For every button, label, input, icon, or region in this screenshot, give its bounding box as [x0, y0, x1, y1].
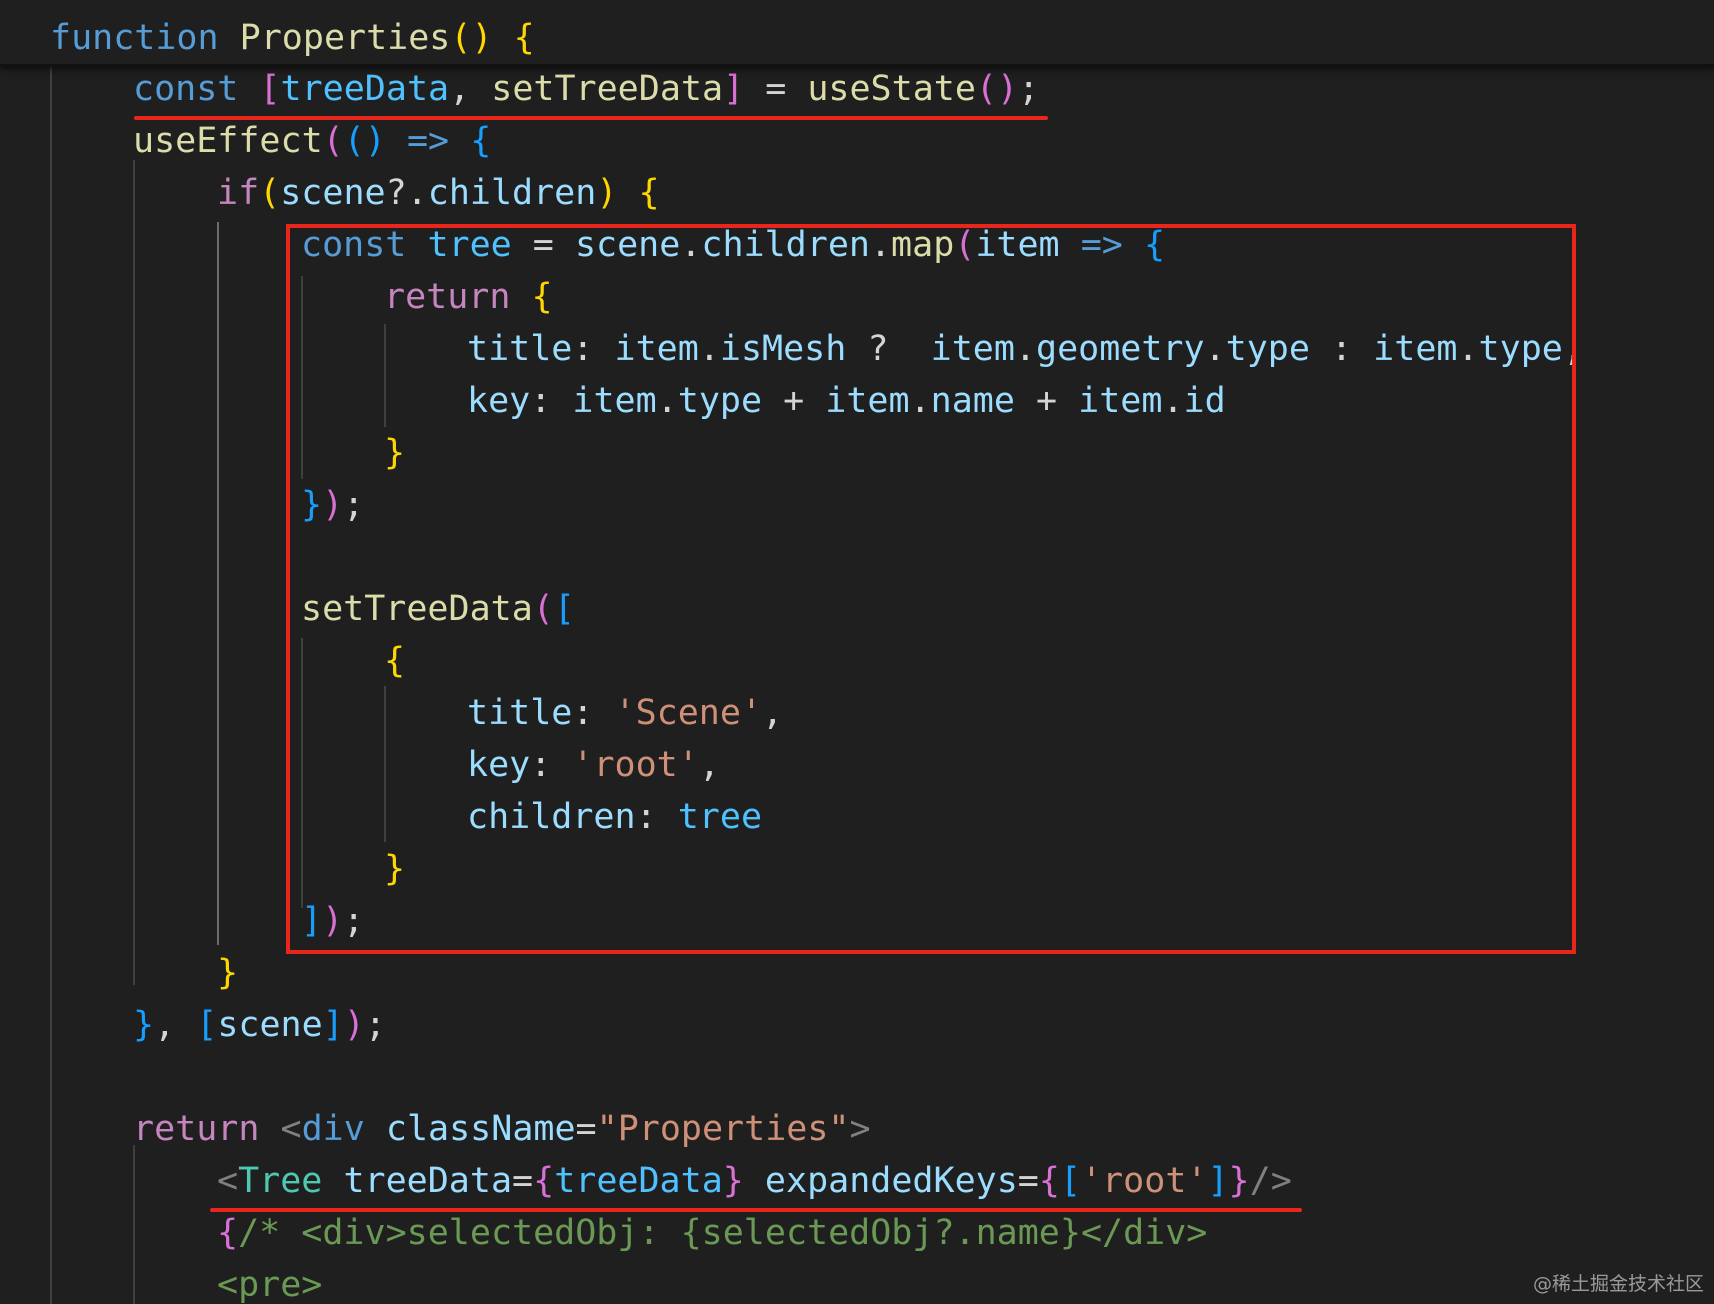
- annotation-underline-tree-component: [210, 1208, 1302, 1212]
- code-line-2[interactable]: const [treeData, setTreeData] = useState…: [133, 63, 1039, 115]
- code-token: {: [638, 173, 660, 213]
- code-token: =: [1017, 1161, 1039, 1201]
- code-token: >: [849, 1109, 871, 1149]
- code-token: scene: [280, 173, 386, 213]
- code-line-20[interactable]: }, [scene]);: [133, 999, 386, 1051]
- code-token: {: [513, 18, 535, 58]
- annotation-underline-usestate: [134, 116, 1048, 120]
- code-token: ]: [322, 1005, 344, 1045]
- code-token: scene: [217, 1005, 323, 1045]
- code-token: [: [1059, 1161, 1082, 1201]
- code-token: expandedKeys: [764, 1161, 1018, 1201]
- indent-guide: [50, 64, 52, 1304]
- code-token: className: [385, 1109, 576, 1149]
- code-token: ,: [154, 1005, 197, 1045]
- code-token: setTreeData: [491, 69, 724, 109]
- code-token: (): [343, 121, 386, 161]
- code-token: Properties: [239, 18, 451, 58]
- code-token: ?.: [385, 173, 428, 213]
- watermark: @稀土掘金技术社区: [1532, 1273, 1704, 1295]
- code-token: (): [450, 18, 493, 58]
- code-token: "Properties": [596, 1109, 850, 1149]
- code-line-23[interactable]: <Tree treeData={treeData} expandedKeys={…: [217, 1155, 1292, 1207]
- code-token: div: [301, 1109, 365, 1149]
- code-token: [: [196, 1005, 218, 1045]
- code-token: {: [533, 1161, 555, 1201]
- code-token: Tree: [238, 1161, 323, 1201]
- code-token: =: [744, 69, 808, 109]
- code-token: }: [217, 953, 239, 993]
- code-token: ): [343, 1005, 365, 1045]
- code-token: (: [259, 173, 281, 213]
- code-token: {: [470, 121, 492, 161]
- code-token: [: [259, 69, 281, 109]
- code-line-25[interactable]: <pre>: [217, 1259, 322, 1304]
- code-token: treeData: [343, 1161, 513, 1201]
- code-token: (: [322, 121, 344, 161]
- code-token: ): [596, 173, 618, 213]
- indent-guide: [133, 160, 135, 985]
- code-token: }: [722, 1161, 744, 1201]
- code-token: 'root': [1081, 1161, 1208, 1201]
- code-token: children: [427, 173, 597, 213]
- code-line-19[interactable]: }: [217, 947, 238, 999]
- code-line-22[interactable]: return <div className="Properties">: [133, 1103, 871, 1155]
- code-token: ]: [1207, 1161, 1229, 1201]
- code-token: /* <div>selectedObj: {selectedObj?.name}…: [238, 1213, 1208, 1253]
- code-token: (): [975, 69, 1019, 109]
- code-line-4[interactable]: if(scene?.children) {: [217, 167, 660, 219]
- code-token: =: [512, 1161, 534, 1201]
- code-token: />: [1249, 1161, 1292, 1201]
- code-token: treeData: [280, 69, 450, 109]
- code-line-1[interactable]: function Properties() {: [50, 12, 535, 64]
- code-token: }: [1228, 1161, 1250, 1201]
- code-line-3[interactable]: useEffect(() => {: [133, 115, 491, 167]
- code-token: {: [1038, 1161, 1060, 1201]
- code-token: useState: [807, 69, 976, 109]
- code-line-24[interactable]: {/* <div>selectedObj: {selectedObj?.name…: [217, 1207, 1207, 1259]
- code-token: if: [217, 173, 260, 213]
- code-token: <: [217, 1161, 239, 1201]
- code-token: =: [575, 1109, 597, 1149]
- code-token: <: [280, 1109, 302, 1149]
- code-editor[interactable]: function Properties() { const [treeData,…: [0, 0, 1714, 1304]
- code-token: =>: [406, 121, 450, 161]
- code-token: {: [217, 1213, 239, 1253]
- code-token: ;: [364, 1005, 386, 1045]
- indent-guide: [133, 1145, 135, 1304]
- code-token: <pre>: [217, 1265, 323, 1304]
- clipped-previous-line: [20, 0, 1120, 4]
- indent-guide: [217, 222, 219, 945]
- code-token: function: [50, 18, 219, 58]
- code-token: treeData: [554, 1161, 723, 1201]
- code-token: return: [133, 1109, 260, 1149]
- annotation-box-tree-mapping: [286, 224, 1576, 954]
- code-token: const: [133, 69, 239, 109]
- code-token: }: [133, 1005, 155, 1045]
- code-token: ;: [1018, 69, 1040, 109]
- code-token: useEffect: [133, 121, 323, 161]
- code-token: ]: [723, 69, 745, 109]
- code-token: ,: [449, 69, 492, 109]
